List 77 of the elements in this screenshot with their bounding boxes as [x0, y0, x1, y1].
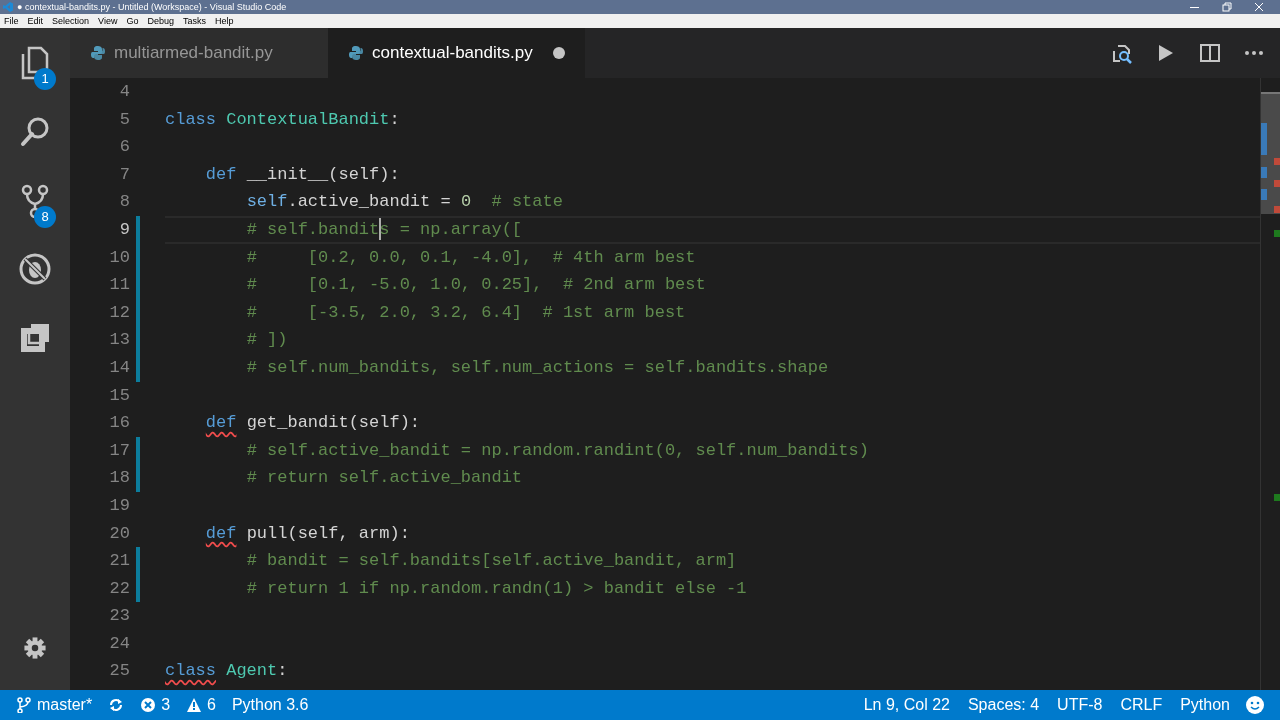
menu-item[interactable]: Debug: [143, 14, 179, 28]
status-text[interactable]: 6: [207, 693, 216, 717]
status-text[interactable]: Ln 9, Col 22: [863, 693, 950, 717]
line-number: 18: [108, 467, 130, 490]
error-icon: [140, 697, 157, 713]
line-number: 25: [108, 660, 130, 683]
overview-ruler[interactable]: [1260, 78, 1280, 690]
line-number: 6: [118, 136, 130, 159]
code-line: # self.bandits = np.array([: [245, 219, 523, 239]
split-editor-icon[interactable]: [1199, 42, 1221, 64]
menu-item[interactable]: File: [0, 14, 24, 28]
count-badge: 8: [34, 206, 56, 228]
line-number: 16: [108, 412, 130, 435]
menu-item[interactable]: Selection: [48, 14, 95, 28]
menu-item[interactable]: Help: [211, 14, 239, 28]
line-number: 10: [108, 246, 130, 269]
status-text[interactable]: Python 3.6: [231, 693, 309, 717]
line-number: 15: [108, 384, 130, 407]
window-title: ● contextual-bandits.py - Untitled (Workspace) - Visual Studio Code: [17, 1, 287, 14]
editor-tab[interactable]: contextual-bandits.py: [328, 28, 585, 78]
line-number: 4: [118, 81, 130, 103]
line-number: 17: [108, 439, 130, 462]
python-icon: [348, 45, 364, 61]
line-number: 11: [108, 274, 130, 297]
status-text[interactable]: 3: [161, 693, 171, 717]
unsaved-dot: [552, 47, 565, 59]
settings-icon[interactable]: [22, 634, 48, 661]
code-line: # ]): [245, 330, 288, 350]
line-number: 7: [118, 163, 130, 186]
line-number: 23: [108, 605, 130, 628]
restore-icon[interactable]: [1222, 2, 1232, 12]
line-number: 9: [118, 218, 130, 241]
branch-icon: [16, 697, 32, 713]
code-line: def get_bandit(self):: [204, 413, 421, 433]
no-bug-icon[interactable]: [19, 252, 51, 287]
code-line: def pull(self, arm):: [204, 523, 410, 543]
code-line: # bandit = self.bandits[self.active_bandit, arm]: [245, 551, 737, 571]
python-icon: [90, 45, 106, 61]
line-number: 24: [108, 632, 130, 655]
code-line: # [0.1, -5.0, 1.0, 0.25], # 2nd arm best: [245, 275, 706, 295]
line-number: 21: [108, 550, 130, 573]
warning-icon: [186, 697, 203, 713]
status-text[interactable]: Spaces: 4: [967, 693, 1040, 717]
editor-tab[interactable]: multiarmed-bandit.py: [70, 28, 328, 78]
sync-icon[interactable]: [108, 697, 125, 713]
code-line: class Agent:: [165, 661, 288, 681]
code-line: class ContextualBandit:: [165, 109, 400, 129]
menu-item[interactable]: View: [94, 14, 123, 28]
count-badge: 1: [34, 68, 56, 90]
menu-item[interactable]: Edit: [23, 14, 49, 28]
code-line: # return self.active_bandit: [245, 468, 523, 488]
code-line: # [0.2, 0.0, 0.1, -4.0], # 4th arm best: [245, 247, 696, 267]
line-number: 8: [118, 191, 130, 214]
menu-item[interactable]: Tasks: [178, 14, 211, 28]
code-line: # self.active_bandit = np.random.randint(0, self.num_bandits): [245, 440, 869, 460]
line-number: 20: [108, 522, 130, 545]
code-line: # self.num_bandits, self.num_actions = self.bandits.shape: [245, 357, 829, 377]
smiley-icon[interactable]: [1246, 696, 1264, 714]
line-number: 5: [118, 108, 130, 131]
line-number: 12: [108, 301, 130, 324]
status-text[interactable]: UTF-8: [1057, 693, 1103, 717]
preview-icon[interactable]: [1111, 42, 1133, 64]
status-text[interactable]: CRLF: [1120, 693, 1163, 717]
close-icon[interactable]: [1254, 2, 1264, 12]
code-line: def __init__(self):: [204, 164, 400, 184]
menu-item[interactable]: Go: [122, 14, 144, 28]
line-number: 19: [108, 494, 130, 517]
app-logo-icon: [3, 2, 13, 12]
status-text[interactable]: Python: [1180, 693, 1230, 717]
text-cursor: [379, 218, 382, 241]
status-text[interactable]: master*: [37, 693, 93, 717]
code-line: self.active_bandit = 0 # state: [245, 192, 563, 212]
code-line: # return 1 if np.random.randn(1) > bandit else -1: [245, 578, 747, 598]
line-number: 14: [108, 356, 130, 379]
code-line: # [-3.5, 2.0, 3.2, 6.4] # 1st arm best: [245, 302, 686, 322]
line-number: 13: [108, 329, 130, 352]
line-number: 22: [108, 577, 130, 600]
